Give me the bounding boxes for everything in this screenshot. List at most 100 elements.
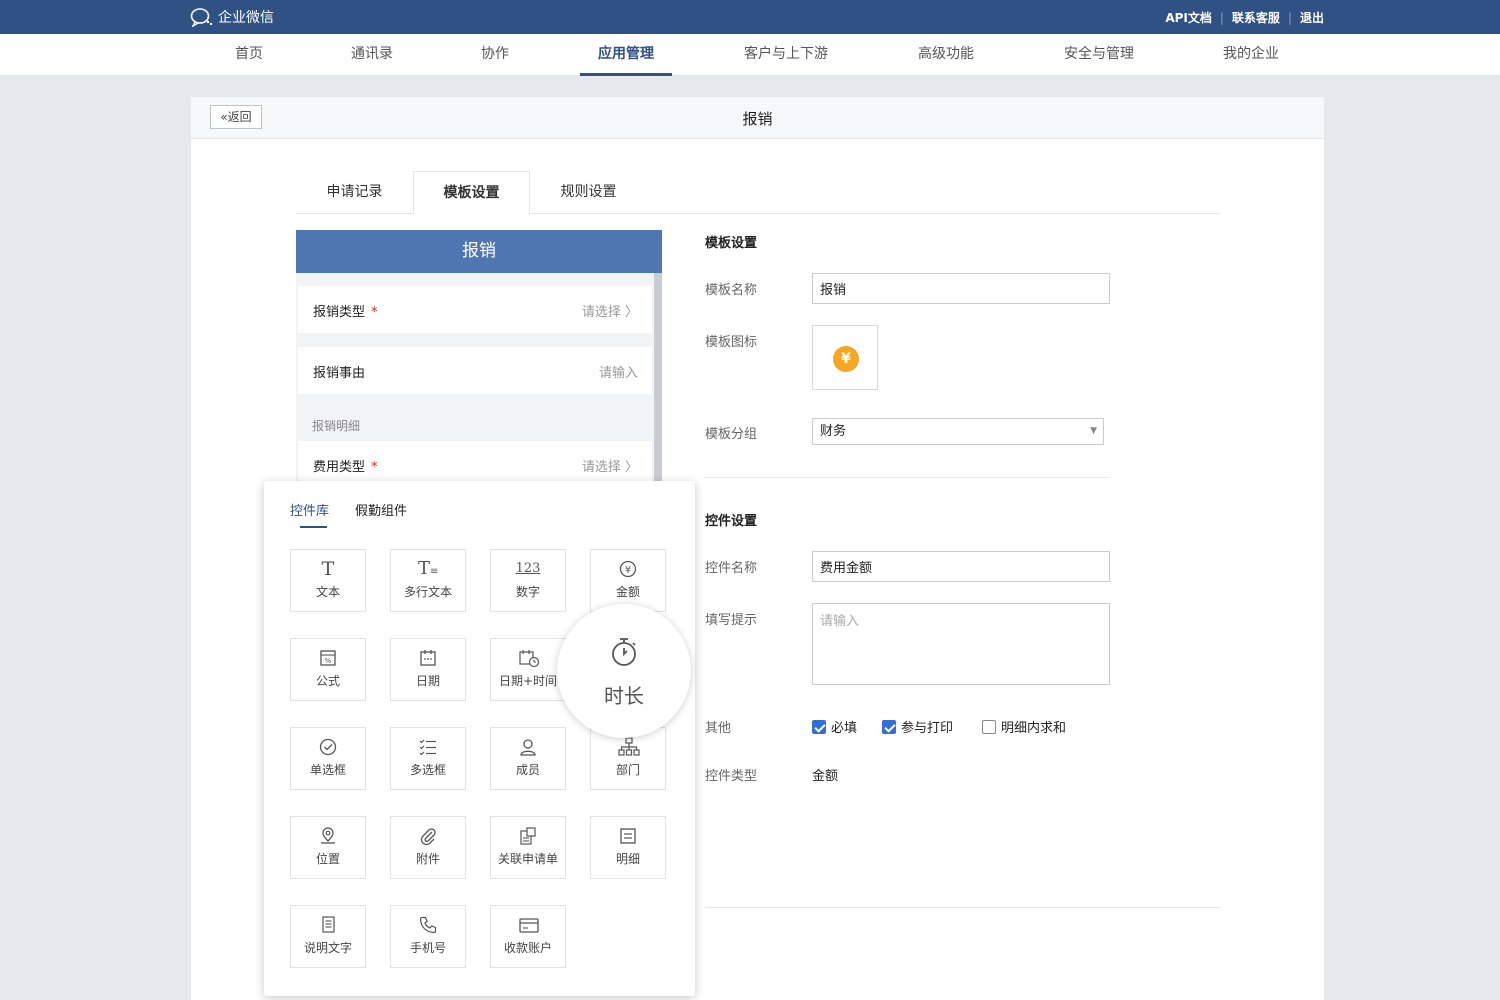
widget-label: 关联申请单: [497, 852, 558, 866]
widget-text[interactable]: T 文本: [290, 549, 366, 612]
logo[interactable]: 企业微信: [190, 7, 274, 27]
required-mark: *: [371, 305, 378, 320]
widget-member[interactable]: 成员: [490, 727, 566, 790]
widget-label: 数字: [515, 585, 540, 599]
widget-attachment[interactable]: 附件: [390, 816, 466, 879]
svg-text:¥: ¥: [625, 565, 631, 576]
wecom-logo-icon: [190, 8, 213, 27]
active-tab-indicator: [300, 526, 327, 528]
required-mark: *: [371, 460, 378, 475]
preview-row-label: 报销事由: [313, 366, 366, 381]
attachment-icon: [418, 826, 438, 846]
widget-label: 说明文字: [303, 941, 352, 955]
nav-item-my-enterprise[interactable]: 我的企业: [1212, 34, 1290, 76]
tab-attendance-widgets[interactable]: 假勤组件: [355, 500, 407, 519]
template-group-select[interactable]: 财务 ▼: [812, 418, 1104, 445]
widget-checkbox[interactable]: 多选框: [390, 727, 466, 790]
top-links: API文档 | 联系客服 | 退出: [1165, 9, 1324, 26]
preview-row-reason[interactable]: 报销事由 请输入: [298, 347, 652, 394]
print-checkbox[interactable]: 参与打印: [882, 717, 953, 736]
logout-link[interactable]: 退出: [1300, 9, 1324, 26]
sum-in-detail-checkbox[interactable]: 明细内求和: [982, 717, 1066, 736]
preview-row-value: 请输入: [598, 366, 638, 381]
widget-formula[interactable]: % 公式: [290, 638, 366, 701]
nav-item-security[interactable]: 安全与管理: [1052, 34, 1146, 76]
yuan-coin-icon: ¥: [833, 346, 859, 372]
preview-scrollbar[interactable]: [654, 273, 662, 490]
widget-bank-account[interactable]: 收款账户: [490, 905, 566, 968]
template-icon-picker[interactable]: ¥: [812, 325, 878, 390]
required-checkbox[interactable]: 必填: [812, 717, 857, 736]
preview-row-value: 请选择 〉: [581, 305, 638, 320]
preview-row-reimbursement-type[interactable]: 报销类型 * 请选择 〉: [298, 286, 652, 333]
date-icon: [418, 648, 438, 668]
template-icon-label: 模板图标: [705, 335, 758, 350]
member-icon: [518, 737, 538, 757]
widget-related-request[interactable]: 关联申请单: [490, 816, 566, 879]
widget-label: 手机号: [409, 941, 446, 955]
widget-description[interactable]: 说明文字: [290, 905, 366, 968]
hint-textarea[interactable]: [812, 603, 1110, 685]
widget-label: 明细: [615, 852, 640, 866]
preview-row-value: 请选择 〉: [581, 460, 638, 475]
tab-widget-library[interactable]: 控件库: [290, 500, 329, 519]
preview-header: 报销: [296, 230, 662, 273]
nav-item-app-management[interactable]: 应用管理: [580, 34, 672, 76]
nav-item-contacts[interactable]: 通讯录: [340, 34, 404, 76]
description-icon: [318, 915, 338, 935]
widget-detail[interactable]: 明细: [590, 816, 666, 879]
nav-item-advanced[interactable]: 高级功能: [906, 34, 986, 76]
link-separator: |: [1287, 10, 1292, 25]
widget-label: 文本: [315, 585, 340, 599]
tab-bar: 申请记录 模板设置 规则设置: [296, 171, 1220, 215]
template-name-label: 模板名称: [705, 283, 758, 298]
preview-row-label: 费用类型 *: [313, 460, 378, 475]
widget-radio[interactable]: 单选框: [290, 727, 366, 790]
link-separator: |: [1219, 10, 1224, 25]
control-name-input[interactable]: [812, 551, 1110, 582]
widget-multiline-text[interactable]: T≡ 多行文本: [390, 549, 466, 612]
widget-datetime[interactable]: 日期+时间: [490, 638, 566, 701]
tab-application-records[interactable]: 申请记录: [296, 171, 413, 214]
widget-label: 日期+时间: [498, 674, 558, 688]
tab-template-settings[interactable]: 模板设置: [413, 171, 530, 215]
form-preview: 报销 报销类型 * 请选择 〉 报销事由 请输入 报销明细 费用类型 * 请选择 〉: [296, 230, 662, 490]
widget-duration-dragging[interactable]: 时长: [557, 604, 691, 738]
widget-location[interactable]: 位置: [290, 816, 366, 879]
widget-amount[interactable]: ¥ 金额: [590, 549, 666, 612]
control-type-value: 金额: [812, 769, 839, 784]
panel-header: «返回 报销: [191, 97, 1324, 139]
top-bar: 企业微信 API文档 | 联系客服 | 退出: [0, 0, 1500, 34]
preview-row-label: 报销类型 *: [313, 305, 378, 320]
checkbox-unchecked-icon: [982, 719, 996, 734]
section-divider: [705, 477, 1110, 478]
widget-label: 时长: [604, 684, 644, 708]
template-settings-title: 模板设置: [705, 236, 758, 251]
widget-date[interactable]: 日期: [390, 638, 466, 701]
related-request-icon: [518, 826, 538, 846]
hint-label: 填写提示: [705, 613, 758, 628]
number-icon: 123: [515, 561, 541, 576]
template-name-input[interactable]: [812, 273, 1110, 304]
nav-item-customers[interactable]: 客户与上下游: [732, 34, 840, 76]
contact-support-link[interactable]: 联系客服: [1232, 9, 1280, 26]
chevron-down-icon: ▼: [1090, 426, 1097, 436]
control-name-label: 控件名称: [705, 561, 758, 576]
tab-rule-settings[interactable]: 规则设置: [530, 171, 647, 214]
widget-number[interactable]: 123 数字: [490, 549, 566, 612]
page-title: 报销: [742, 110, 773, 128]
text-icon: T: [321, 558, 335, 580]
bottom-divider: [705, 907, 1220, 908]
widget-label: 公式: [315, 674, 340, 688]
api-docs-link[interactable]: API文档: [1165, 9, 1212, 26]
nav-item-collaboration[interactable]: 协作: [470, 34, 520, 76]
duration-icon: [608, 636, 640, 668]
widget-label: 金额: [615, 585, 640, 599]
widget-phone[interactable]: 手机号: [390, 905, 466, 968]
preview-section-label: 报销明细: [312, 419, 361, 433]
checkbox-label: 明细内求和: [1001, 721, 1067, 736]
widget-label: 位置: [315, 852, 340, 866]
widget-label: 日期: [415, 674, 440, 688]
nav-item-home[interactable]: 首页: [224, 34, 274, 76]
control-type-label: 控件类型: [705, 769, 758, 784]
